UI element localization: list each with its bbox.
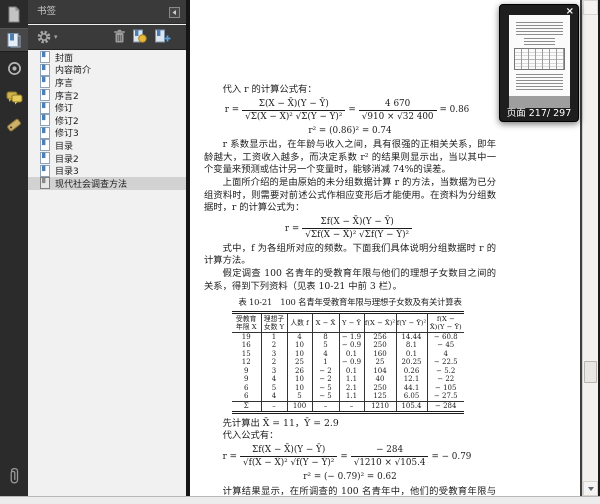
bookmarks-glyph [7, 33, 21, 48]
trash-icon [114, 29, 125, 43]
scroll-down-button[interactable] [583, 481, 598, 496]
table-caption: 表 10-21 100 名青年受教育年限与理想子女数及有关计算表 [238, 297, 462, 308]
formula-r-squared-2: r² = (− 0.79)² = 0.62 [303, 471, 397, 482]
formula-r-squared-1: r² = (0.86)² = 0.74 [308, 125, 392, 136]
page-number-label: 页面 217/ 297 [506, 108, 572, 119]
bookmark-page-icon [40, 164, 50, 177]
comments-glyph [6, 91, 22, 105]
bookmark-item[interactable]: 目录2 [28, 152, 186, 165]
table-row: 19 1 4 8− 1.9 256 14.44− 60.8 [232, 332, 464, 342]
destinations-icon[interactable] [0, 56, 28, 80]
paperclip-glyph [10, 467, 18, 484]
table-header-row: 受教育 年限 X 理想子 女数 Y 人数 f X − X̄ Y − Ȳ f(X − … [232, 312, 464, 333]
bookmark-page-icon [40, 126, 50, 139]
col-header: 受教育 年限 X [232, 312, 261, 333]
col-header: 理想子 女数 Y [260, 312, 287, 333]
thumbnail-table [514, 48, 565, 70]
bookmark-page-icon [40, 89, 50, 102]
bookmark-page-icon [40, 63, 50, 76]
scroll-up-button[interactable] [583, 0, 598, 15]
thumbnail-text-lines [516, 74, 563, 90]
set-destination-button[interactable] [132, 29, 147, 44]
calculation-table: 受教育 年限 X 理想子 女数 Y 人数 f X − X̄ Y − Ȳ f(X − … [232, 310, 464, 414]
col-header: f(Y − Ȳ)² [395, 312, 427, 333]
formula-r-ungrouped: r = Σ(X − X̄)(Y − Ȳ) √Σ(X − X̄)² √Σ(Y − Ȳ)… [224, 98, 470, 123]
table-row: 12 2 25 1− 0.9 25 20.25− 22.5 [232, 358, 464, 367]
col-header: f(X − X̄)² [363, 312, 396, 333]
comments-icon[interactable] [0, 86, 28, 110]
bookmark-item[interactable]: 修订3 [28, 126, 186, 139]
bookmarks-panel: 书签 ▾ 封面 内容简介 序言 序言2 修订 修订2 修订3 目录 目录2 目录… [28, 0, 186, 496]
bookmarks-icon[interactable] [0, 28, 28, 52]
page-thumbnail [509, 15, 570, 96]
bookmarks-panel-header: 书签 [28, 0, 186, 24]
delete-bookmark-button[interactable] [113, 29, 126, 44]
scrollbar-thumb[interactable] [584, 361, 597, 383]
attachments-icon[interactable] [0, 462, 28, 490]
bookmarks-list: 封面 内容简介 序言 序言2 修订 修订2 修订3 目录 目录2 目录3 现代社… [28, 51, 186, 496]
para-frequency: 式中，f 为各组所对应的频数。下面我们具体说明分组数据时 r 的计算方法。 [204, 242, 496, 267]
vertical-scrollbar[interactable] [582, 0, 598, 496]
bookmark-page-icon [40, 76, 50, 89]
bookmark-item[interactable]: 内容简介 [28, 63, 186, 76]
formula-r-result: r = Σf(X − X̄)(Y − Ȳ) √f(X − X̄)² √f(Y − Ȳ… [222, 444, 472, 469]
page-thumbnails-icon[interactable] [0, 2, 28, 26]
bullseye-glyph [7, 61, 21, 75]
bookmark-item[interactable]: 修订2 [28, 114, 186, 127]
status-bar [0, 496, 600, 504]
bookmark-page-icon [40, 101, 50, 114]
para-correlation: r 系数显示出，在年龄与收入之间，具有很强的正相关关系，即年龄越大，工资收入越多… [204, 139, 496, 176]
para-result: 计算结果显示，在所调查的 100 名青年中，他们的受教育年限与其理想的子女数目之… [222, 485, 496, 497]
col-header: 人数 f [286, 312, 312, 333]
col-header: f(X − X̄)(Y − Ȳ) [426, 312, 464, 333]
table-row: 6 5 10− 5 2.1 250 44.1− 105 [232, 383, 464, 393]
table-row: 16 2 10 5− 0.9 250 8.1− 45 [232, 341, 464, 350]
bookmark-item[interactable]: 目录3 [28, 164, 186, 177]
thumbnail-text-lines [516, 22, 563, 35]
para-intro: 代入 r 的计算公式有： [222, 84, 317, 95]
tag-glyph [7, 118, 21, 132]
bookmark-item[interactable]: 序言2 [28, 89, 186, 102]
bookmark-page-icon [40, 114, 50, 127]
thumbnail-formula-lines [524, 38, 555, 45]
col-header: Y − Ȳ [338, 312, 364, 333]
table-row: 9 3 26− 2 0.1 104 0.26− 5.2 [232, 366, 464, 376]
table-row: 9 4 10− 2 1.1 40 12.1− 22 [232, 375, 464, 384]
left-nav-strip [0, 0, 28, 496]
bookmark-item[interactable]: 修订 [28, 101, 186, 114]
options-gear-button[interactable]: ▾ [36, 29, 58, 45]
calc-means-line: 先计算出 X̄ = 11，Ȳ = 2.9 [222, 417, 339, 429]
bookmark-orb-icon [133, 29, 147, 43]
gear-icon [37, 30, 51, 44]
tags-icon[interactable] [0, 113, 28, 137]
collapse-glyph [168, 6, 180, 18]
table-row: 6 4 5− 5 1.1 125 6.05− 27.5 [232, 392, 464, 402]
table-sum-row: Σ –100– –1210 105.4− 284 [232, 400, 464, 413]
para-grouped-data: 上面所介绍的是由原始的未分组数据计算 r 的方法，当数据为已分组资料时，则需要对… [204, 176, 496, 214]
bookmark-item[interactable]: 目录 [28, 139, 186, 152]
page-preview-popup: × 页面 217/ 297 [499, 4, 579, 122]
bookmark-page-icon [40, 51, 50, 64]
bookmark-item[interactable]: 封面 [28, 51, 186, 64]
bookmark-item[interactable]: 序言 [28, 76, 186, 89]
bookmarks-toolbar: ▾ [28, 25, 186, 50]
bookmark-page-icon [40, 177, 50, 190]
new-bookmark-button[interactable] [154, 29, 171, 44]
formula-r-grouped: r = Σf(X − X̄)(Y − Ȳ) √Σf(X − X̄)² √Σf(Y −… [198, 217, 496, 241]
page-content: 代入 r 的计算公式有： r = Σ(X − X̄)(Y − Ȳ) √Σ(X − X… [204, 84, 496, 496]
table-row: 15 3 10 4 0.1 160 0.1 4 [232, 349, 464, 359]
para-survey: 假定调查 100 名青年的受教育年限与他们的理想子女数目之间的关系，得到下列资料… [204, 267, 496, 292]
bookmark-page-icon [40, 152, 50, 165]
bookmark-page-icon [40, 139, 50, 152]
page-glyph [8, 6, 20, 22]
bookmarks-panel-title: 书签 [37, 6, 57, 17]
col-header: X − X̄ [311, 312, 339, 333]
bookmark-plus-icon [155, 29, 171, 43]
panel-collapse-button[interactable] [168, 6, 180, 18]
bookmark-item-selected[interactable]: 现代社会调查方法 [28, 176, 186, 190]
arrow-down-icon [587, 486, 594, 491]
gear-caret-icon: ▾ [54, 33, 58, 41]
calc-sub-line: 代入公式有： [222, 430, 279, 442]
